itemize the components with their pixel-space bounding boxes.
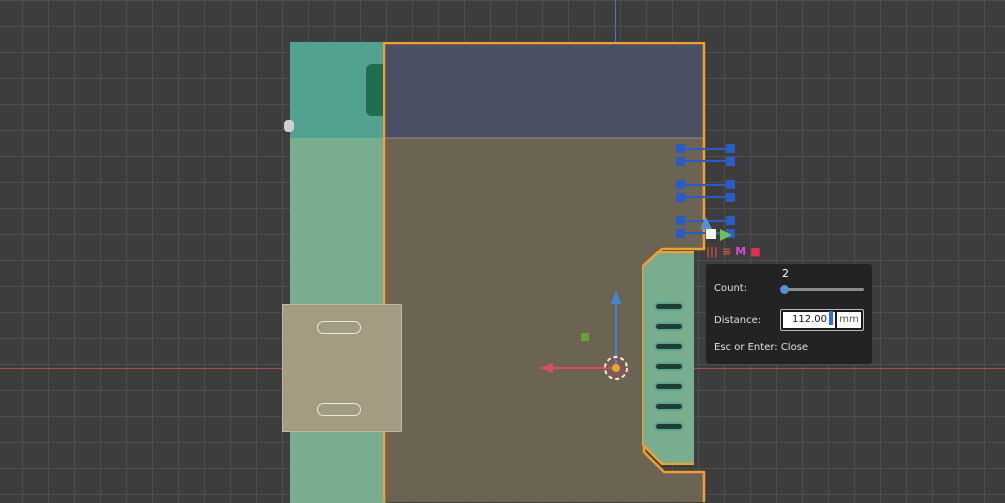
vent-slot — [654, 322, 684, 331]
lines-icon: ≡ — [722, 245, 732, 258]
array-handles[interactable] — [676, 143, 738, 243]
vent-slot — [654, 422, 684, 431]
distance-field[interactable]: 112.00 mm — [780, 309, 864, 331]
count-slider[interactable] — [780, 285, 864, 294]
material-icon: M — [735, 245, 747, 258]
vent-slot — [654, 382, 684, 391]
square-icon: ■ — [750, 245, 761, 258]
transform-gizmo[interactable] — [535, 288, 645, 388]
vent-slot — [654, 302, 684, 311]
bracket-slot — [317, 403, 361, 416]
vent-slot — [654, 402, 684, 411]
operator-icons: ||| ≡ M ■ — [706, 245, 761, 259]
distance-unit: mm — [837, 312, 861, 328]
count-slider-handle[interactable] — [780, 285, 789, 294]
y-axis-line — [615, 0, 616, 45]
close-hint: Esc or Enter: Close — [714, 342, 809, 353]
vent-slot — [654, 362, 684, 371]
mounting-bracket[interactable] — [282, 304, 402, 432]
green-connector[interactable] — [366, 64, 384, 116]
count-label: Count: — [714, 283, 748, 294]
distance-input[interactable]: 112.00 — [783, 312, 835, 328]
count-value: 2 — [782, 267, 789, 280]
array-operator-panel[interactable]: 2 Count: Distance: 112.00 mm Esc or Ente… — [706, 264, 872, 364]
screw-head — [284, 120, 294, 132]
distance-label: Distance: — [714, 315, 762, 326]
bracket-slot — [317, 321, 361, 334]
text-caret — [829, 311, 833, 325]
vent-panel[interactable] — [642, 251, 702, 465]
array-icon: ||| — [706, 245, 719, 258]
3d-viewport[interactable]: ||| ≡ M ■ 2 Count: Distance: 112.00 mm E… — [0, 0, 1005, 503]
vent-slot — [654, 342, 684, 351]
